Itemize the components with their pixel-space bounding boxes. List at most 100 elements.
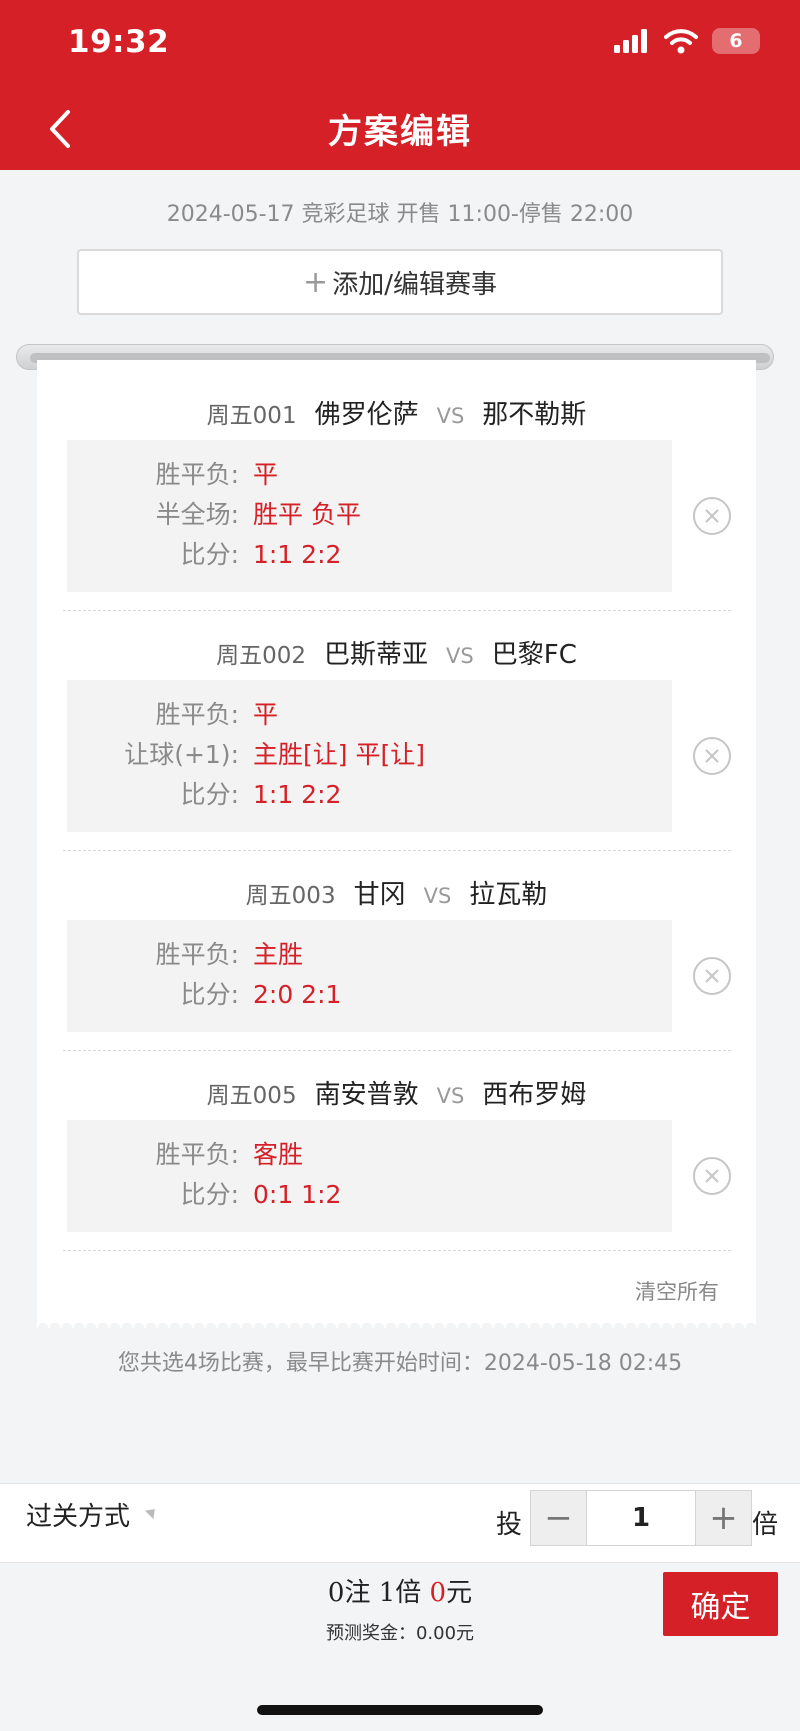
pick-row: 胜平负: 客胜	[67, 1138, 672, 1172]
multiplier-input[interactable]: 1	[586, 1491, 696, 1545]
close-icon	[705, 1169, 719, 1183]
match-header: 周五003 甘冈 VS 拉瓦勒	[37, 874, 756, 911]
pick-value: 平	[253, 700, 279, 729]
pick-label: 半全场:	[155, 500, 239, 529]
sale-info: 2024-05-17 竞彩足球 开售 11:00-停售 22:00	[166, 202, 634, 227]
pick-label: 胜平负:	[155, 700, 239, 729]
home-team: 巴斯蒂亚	[324, 640, 429, 670]
battery-icon: 6	[712, 28, 760, 54]
match-picks: 胜平负: 主胜 比分: 2:0 2:1	[67, 920, 672, 1032]
pick-value: 胜平 负平	[253, 500, 361, 529]
match-number: 周五001	[206, 403, 297, 429]
prize-value: 0.00元	[415, 1623, 475, 1644]
confirm-button[interactable]: 确定	[663, 1572, 778, 1636]
match-number: 周五003	[245, 883, 336, 909]
remove-match-button[interactable]	[693, 1157, 731, 1195]
bet-count: 0	[327, 1578, 345, 1608]
away-team: 西布罗姆	[482, 1080, 587, 1110]
page-title: 方案编辑	[328, 112, 472, 152]
remove-match-button[interactable]	[693, 737, 731, 775]
match-picks: 胜平负: 平 让球(+1): 主胜[让] 平[让] 比分: 1:1 2:2	[67, 680, 672, 832]
clear-all-button[interactable]: 清空所有	[635, 1276, 719, 1306]
pick-row: 胜平负: 平	[67, 698, 672, 732]
pick-label: 比分:	[180, 780, 239, 809]
away-team: 巴黎FC	[491, 640, 577, 670]
pick-value: 1:1 2:2	[253, 780, 342, 809]
pick-row: 比分: 0:1 1:2	[67, 1178, 672, 1212]
pick-label: 比分:	[180, 540, 239, 569]
amount-value: 0	[429, 1578, 447, 1608]
away-team: 拉瓦勒	[469, 880, 548, 910]
multiple-unit-label: 倍	[752, 1510, 779, 1540]
plus-icon: +	[303, 264, 329, 300]
match-header: 周五005 南安普敦 VS 西布罗姆	[37, 1074, 756, 1111]
match-picks: 胜平负: 客胜 比分: 0:1 1:2	[67, 1120, 672, 1232]
home-team: 佛罗伦萨	[314, 400, 419, 430]
pick-label: 比分:	[180, 1180, 239, 1209]
ticket-card: 周五001 佛罗伦萨 VS 那不勒斯 胜平负: 平 半全场: 胜平 负平 比分: 1:…	[37, 360, 756, 1320]
divider	[63, 610, 731, 611]
remove-match-button[interactable]	[693, 497, 731, 535]
pick-label: 胜平负:	[155, 1140, 239, 1169]
home-team: 南安普敦	[314, 1080, 419, 1110]
bet-label: 投	[496, 1510, 523, 1540]
wifi-icon	[664, 29, 698, 54]
away-team: 那不勒斯	[482, 400, 587, 430]
match-header: 周五002 巴斯蒂亚 VS 巴黎FC	[37, 634, 756, 671]
pick-value: 1:1 2:2	[253, 540, 342, 569]
pick-row: 比分: 1:1 2:2	[67, 538, 672, 572]
pick-row: 让球(+1): 主胜[让] 平[让]	[67, 738, 672, 772]
pick-label: 让球(+1):	[124, 740, 239, 769]
ticket-serrated-edge	[37, 1316, 756, 1328]
status-icons: 6	[614, 28, 760, 54]
decrease-button[interactable]: −	[531, 1491, 586, 1545]
vs-label: VS	[436, 1084, 465, 1108]
close-icon	[705, 969, 719, 983]
pick-row: 比分: 2:0 2:1	[67, 978, 672, 1012]
selection-summary: 您共选4场比赛，最早比赛开始时间：2024-05-18 02:45	[117, 1351, 683, 1376]
bet-bar: 过关方式 投 − 1 + 倍	[0, 1483, 800, 1563]
divider	[63, 1250, 731, 1251]
pick-row: 比分: 1:1 2:2	[67, 778, 672, 812]
pick-label: 胜平负:	[155, 940, 239, 969]
close-icon	[705, 509, 719, 523]
match-number: 周五005	[206, 1083, 297, 1109]
status-time: 19:32	[68, 24, 170, 60]
pick-value: 平	[253, 460, 279, 489]
vs-label: VS	[423, 884, 452, 908]
add-edit-match-button[interactable]: + 添加/编辑赛事	[77, 249, 723, 315]
multiple-value: 1	[378, 1578, 396, 1608]
pick-value: 0:1 1:2	[253, 1180, 342, 1209]
divider	[63, 850, 731, 851]
pick-value: 2:0 2:1	[253, 980, 342, 1009]
pick-label: 比分:	[180, 980, 239, 1009]
pick-label: 胜平负:	[155, 460, 239, 489]
vs-label: VS	[446, 644, 474, 668]
pass-mode-selector[interactable]: 过关方式	[26, 1496, 130, 1533]
match-picks: 胜平负: 平 半全场: 胜平 负平 比分: 1:1 2:2	[67, 440, 672, 592]
multiple-unit: 倍	[395, 1578, 422, 1608]
increase-button[interactable]: +	[696, 1491, 751, 1545]
prize-label: 预测奖金：	[325, 1623, 416, 1644]
close-icon	[705, 749, 719, 763]
match-number: 周五002	[216, 643, 307, 669]
vs-label: VS	[436, 404, 465, 428]
remove-match-button[interactable]	[693, 957, 731, 995]
match-header: 周五001 佛罗伦萨 VS 那不勒斯	[37, 394, 756, 431]
pick-value: 客胜	[253, 1140, 304, 1169]
pick-row: 半全场: 胜平 负平	[67, 498, 672, 532]
bet-count-unit: 注	[344, 1578, 371, 1608]
caret-icon	[144, 1504, 160, 1520]
pick-row: 胜平负: 平	[67, 458, 672, 492]
divider	[63, 1050, 731, 1051]
pick-row: 胜平负: 主胜	[67, 938, 672, 972]
add-edit-match-label: 添加/编辑赛事	[332, 269, 497, 300]
home-indicator[interactable]	[257, 1705, 543, 1715]
multiplier-stepper: − 1 +	[530, 1490, 752, 1546]
pick-value: 主胜	[253, 940, 304, 969]
pick-value: 主胜[让] 平[让]	[253, 740, 425, 769]
home-team: 甘冈	[353, 880, 406, 910]
signal-icon	[614, 29, 647, 53]
amount-unit: 元	[446, 1578, 473, 1608]
header-bar: 19:32 6 方案编辑	[0, 0, 800, 170]
